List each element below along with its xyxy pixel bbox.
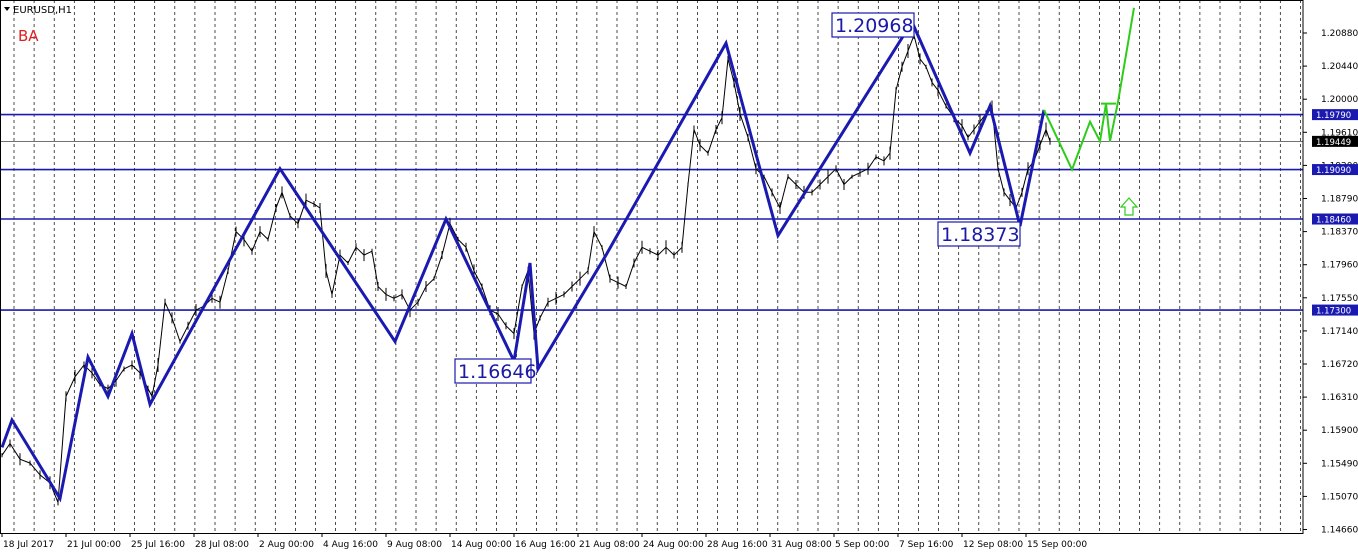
x-tick-label: 14 Aug 00:00 <box>451 540 512 550</box>
y-tick-label: 1.18790 <box>1321 195 1358 205</box>
level-badge-label: 1.18460 <box>1316 216 1351 226</box>
x-tick-label: 31 Aug 08:00 <box>771 540 832 550</box>
chart-background <box>0 0 1358 553</box>
y-tick-label: 1.16720 <box>1321 360 1358 370</box>
level-badge-label: 1.17300 <box>1316 307 1351 317</box>
x-tick-label: 7 Sep 16:00 <box>899 540 954 550</box>
level-badge: 1.19790 <box>1312 109 1358 121</box>
price-chart[interactable]: 1.20968 1.18373 1.16646 1.20880 1.20440 1.20… <box>0 0 1358 553</box>
level-badge-label: 1.19090 <box>1316 166 1351 176</box>
price-callout: 1.20968 <box>831 12 915 38</box>
x-tick-label: 18 Jul 2017 <box>3 540 54 550</box>
x-tick-label: 25 Jul 16:00 <box>131 540 185 550</box>
level-badge-label: 1.19790 <box>1316 111 1351 121</box>
y-tick-label: 1.15490 <box>1321 459 1358 469</box>
x-tick-label: 15 Sep 00:00 <box>1027 540 1087 550</box>
price-callout: 1.16646 <box>454 358 537 384</box>
price-callout-label: 1.20968 <box>835 15 914 37</box>
x-tick-label: 9 Aug 08:00 <box>387 540 442 550</box>
y-tick-label: 1.16310 <box>1321 393 1358 403</box>
x-tick-label: 12 Sep 08:00 <box>963 540 1023 550</box>
y-tick-label: 1.20440 <box>1321 62 1358 72</box>
level-badge: 1.17300 <box>1312 304 1358 317</box>
current-price-badge: 1.19449 <box>1312 135 1358 148</box>
indicator-label: BA <box>18 27 39 45</box>
y-tick-label: 1.17550 <box>1321 294 1358 304</box>
price-callout-label: 1.16646 <box>458 361 537 383</box>
y-tick-label: 1.15900 <box>1321 426 1358 436</box>
y-tick-label: 1.14660 <box>1321 526 1358 536</box>
x-tick-label: 24 Aug 00:00 <box>643 540 704 550</box>
x-tick-label: 16 Aug 16:00 <box>515 540 576 550</box>
chart-window[interactable]: 1.20968 1.18373 1.16646 1.20880 1.20440 1.20… <box>0 0 1358 553</box>
x-tick-label: 28 Aug 16:00 <box>707 540 768 550</box>
x-tick-label: 21 Jul 00:00 <box>67 540 121 550</box>
level-badge: 1.19090 <box>1312 164 1358 176</box>
y-tick-label: 1.20880 <box>1321 29 1358 39</box>
x-tick-label: 28 Jul 08:00 <box>195 540 249 550</box>
current-price-badge-label: 1.19449 <box>1316 138 1351 148</box>
x-tick-label: 21 Aug 08:00 <box>579 540 640 550</box>
y-tick-label: 1.17960 <box>1321 261 1358 271</box>
chart-title: EURUSD,H1 <box>13 5 72 16</box>
x-tick-label: 2 Aug 00:00 <box>259 540 314 550</box>
x-tick-label: 5 Sep 00:00 <box>835 540 890 550</box>
y-tick-label: 1.15070 <box>1321 492 1358 502</box>
price-callout: 1.18373 <box>937 221 1021 247</box>
price-callout-label: 1.18373 <box>941 224 1020 246</box>
level-badge: 1.18460 <box>1312 213 1358 226</box>
y-tick-label: 1.20000 <box>1321 95 1358 105</box>
y-tick-label: 1.18370 <box>1321 228 1358 238</box>
x-tick-label: 4 Aug 16:00 <box>323 540 378 550</box>
y-tick-label: 1.17140 <box>1321 327 1358 337</box>
